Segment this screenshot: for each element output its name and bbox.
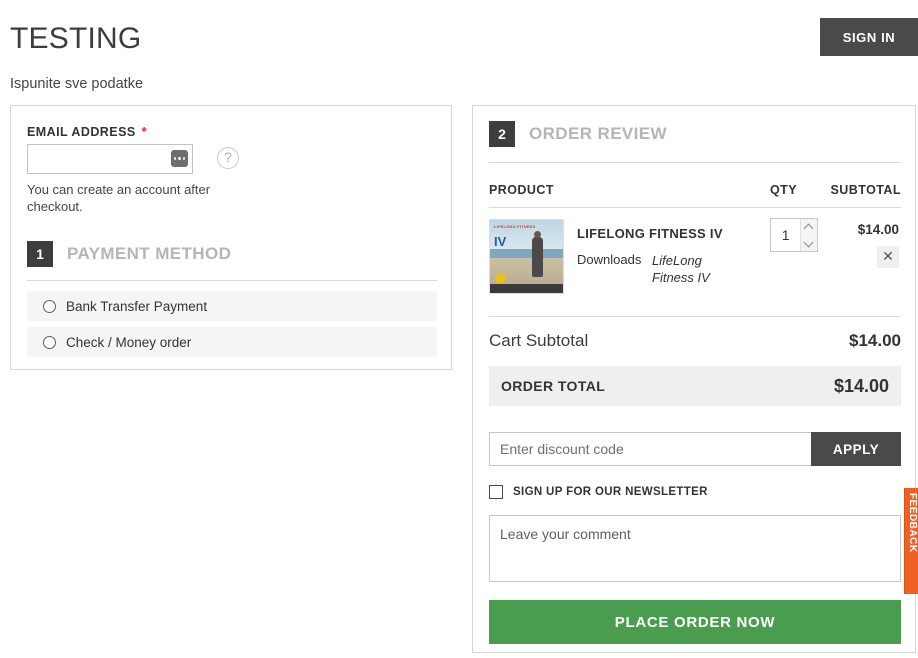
- cart-subtotal-value: $14.00: [849, 331, 901, 351]
- email-input[interactable]: [27, 144, 193, 174]
- order-review-step-number: 2: [489, 121, 515, 147]
- order-total-row: ORDER TOTAL $14.00: [489, 366, 901, 406]
- help-icon[interactable]: ?: [217, 147, 239, 169]
- password-manager-icon[interactable]: [171, 150, 188, 167]
- cart-subtotal-label: Cart Subtotal: [489, 331, 588, 351]
- email-input-wrapper: [27, 144, 193, 174]
- required-asterisk: *: [142, 124, 148, 139]
- order-comment-textarea[interactable]: [489, 515, 901, 582]
- checkout-page: TESTING SIGN IN Ispunite sve podatke EMA…: [0, 0, 918, 658]
- feedback-tab-label: FEEDBACK: [905, 488, 918, 553]
- item-subtotal: $14.00: [858, 222, 899, 237]
- payment-method-step-header: 1 PAYMENT METHOD: [27, 241, 231, 267]
- page-title: TESTING: [10, 20, 141, 58]
- email-address-label-text: EMAIL ADDRESS: [27, 125, 136, 139]
- product-option-value: LifeLong Fitness IV: [652, 252, 722, 286]
- order-total-value: $14.00: [834, 376, 889, 397]
- email-address-label: EMAIL ADDRESS *: [27, 124, 147, 139]
- apply-discount-button[interactable]: APPLY: [811, 432, 901, 466]
- email-hint-text: You can create an account after checkout…: [27, 181, 237, 215]
- thumbnail-title-text: LIFELONG FITNESS: [494, 224, 535, 229]
- item-row-rule: [489, 316, 901, 317]
- quantity-spinner[interactable]: [800, 219, 817, 251]
- table-header-rule: [489, 207, 901, 208]
- quantity-value[interactable]: 1: [771, 219, 800, 251]
- payment-method-option-check-money-order[interactable]: Check / Money order: [27, 327, 437, 357]
- payment-method-label: Check / Money order: [66, 335, 191, 350]
- newsletter-checkbox[interactable]: [489, 485, 503, 499]
- product-option-label: Downloads: [577, 252, 641, 267]
- newsletter-label: SIGN UP FOR OUR NEWSLETTER: [513, 486, 708, 498]
- order-review-panel: 2 ORDER REVIEW PRODUCT QTY SUBTOTAL LIFE…: [472, 105, 916, 653]
- checkout-left-panel: EMAIL ADDRESS * ? You can create an accou…: [10, 105, 452, 370]
- cart-subtotal-row: Cart Subtotal $14.00: [489, 324, 901, 358]
- chevron-up-icon[interactable]: [805, 225, 813, 230]
- radio-bank-transfer[interactable]: [43, 300, 56, 313]
- sign-in-button[interactable]: SIGN IN: [820, 18, 918, 56]
- order-review-divider: [489, 162, 901, 163]
- order-review-step-header: 2 ORDER REVIEW: [489, 121, 667, 147]
- payment-step-title: PAYMENT METHOD: [67, 244, 231, 264]
- payment-step-number: 1: [27, 241, 53, 267]
- thumbnail-volume-text: IV: [494, 235, 506, 248]
- order-total-label: ORDER TOTAL: [501, 378, 605, 394]
- feedback-tab[interactable]: FEEDBACK: [904, 488, 918, 594]
- discount-code-group: APPLY: [489, 432, 901, 466]
- column-header-product: PRODUCT: [489, 183, 554, 197]
- chevron-down-icon[interactable]: [805, 241, 813, 246]
- page-subtitle: Ispunite sve podatke: [10, 74, 143, 94]
- radio-check-money-order[interactable]: [43, 336, 56, 349]
- newsletter-signup-row[interactable]: SIGN UP FOR OUR NEWSLETTER: [489, 485, 708, 499]
- payment-method-option-bank-transfer[interactable]: Bank Transfer Payment: [27, 291, 437, 321]
- column-header-qty: QTY: [770, 183, 797, 197]
- payment-method-label: Bank Transfer Payment: [66, 299, 207, 314]
- place-order-button[interactable]: PLACE ORDER NOW: [489, 600, 901, 644]
- product-name: LIFELONG FITNESS IV: [577, 226, 723, 241]
- column-header-subtotal: SUBTOTAL: [831, 183, 902, 197]
- order-review-step-title: ORDER REVIEW: [529, 124, 667, 144]
- quantity-stepper[interactable]: 1: [770, 218, 818, 252]
- payment-step-divider: [27, 280, 437, 281]
- remove-item-button[interactable]: ✕: [877, 246, 899, 268]
- discount-code-input[interactable]: [489, 432, 811, 466]
- product-thumbnail: LIFELONG FITNESS IV: [489, 219, 564, 294]
